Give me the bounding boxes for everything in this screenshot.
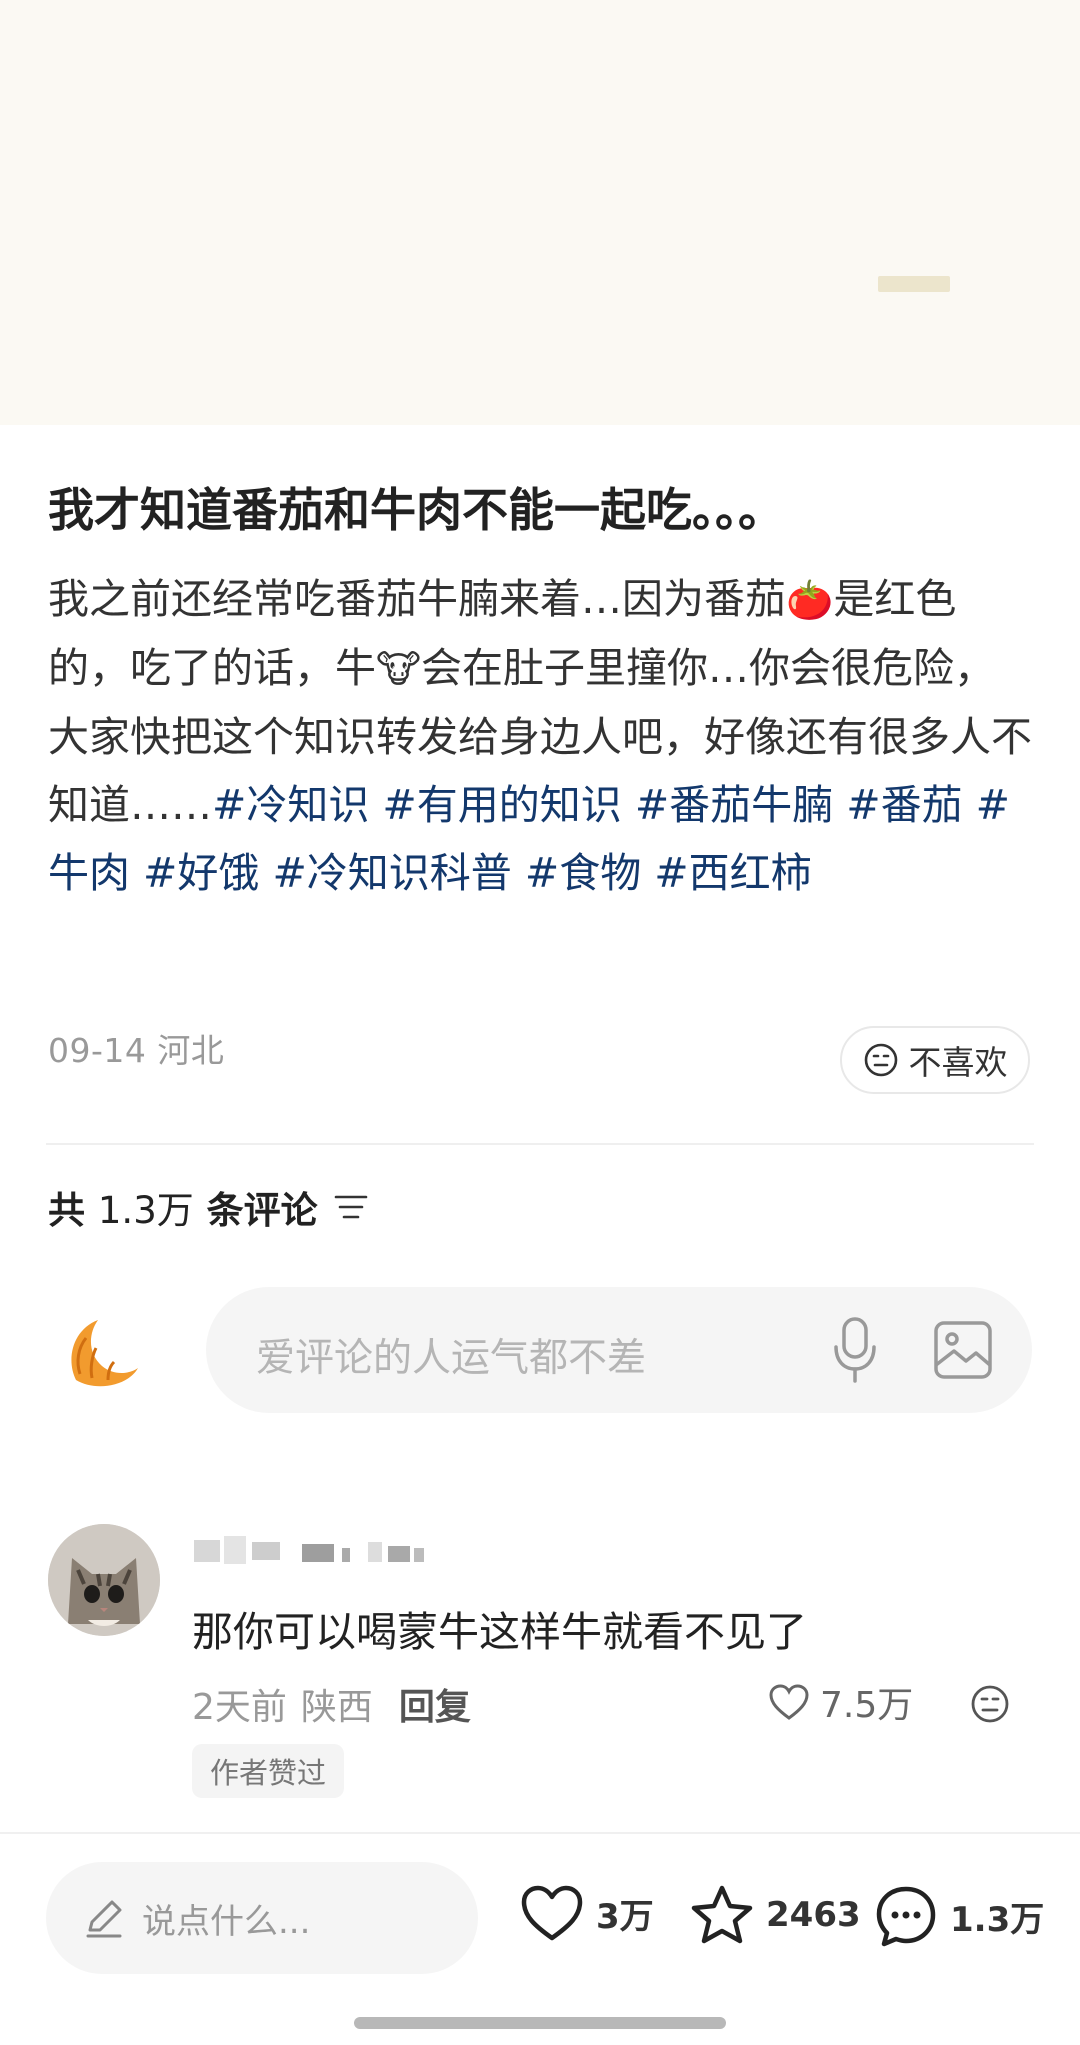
post-date: 09-14 xyxy=(48,1031,147,1070)
neutral-face-icon[interactable] xyxy=(970,1684,1010,1724)
comment-total: 1.3万 xyxy=(950,1899,1045,1940)
hashtag-link[interactable]: #番茄牛腩 xyxy=(635,781,833,829)
like-button[interactable]: 3万 xyxy=(520,1884,654,1942)
hashtag-link[interactable]: #冷知识科普 xyxy=(272,849,511,897)
hashtag-link[interactable]: #好饿 xyxy=(143,849,259,897)
say-something-placeholder: 说点什么... xyxy=(142,1901,311,1942)
commenter-name-blurred xyxy=(194,1536,424,1564)
heart-icon xyxy=(521,1885,583,1941)
image-placeholder-mark xyxy=(878,276,950,292)
comment-input[interactable]: 爱评论的人运气都不差 xyxy=(206,1287,1032,1413)
dislike-button[interactable]: 不喜欢 xyxy=(840,1026,1030,1094)
dislike-label: 不喜欢 xyxy=(908,1043,1008,1082)
heart-icon xyxy=(769,1684,809,1720)
comment-time: 2天前 xyxy=(192,1687,287,1728)
post-meta: 09-14 河北 xyxy=(48,1024,224,1072)
comment-like-count: 7.5万 xyxy=(820,1685,914,1726)
post-location: 河北 xyxy=(157,1031,225,1070)
comment-count-suffix: 条评论 xyxy=(206,1189,318,1232)
comment-icon xyxy=(876,1886,936,1947)
microphone-icon[interactable] xyxy=(830,1315,880,1385)
pencil-icon xyxy=(86,1900,122,1938)
comment-count-header: 共 1.3万 条评论 xyxy=(48,1180,368,1234)
hashtag-link[interactable]: #食物 xyxy=(525,849,641,897)
hashtag-link[interactable]: #有用的知识 xyxy=(382,781,621,829)
kitten-image xyxy=(48,1524,160,1636)
post-body-part1: 我之前还经常吃番茄牛腩来着…因为番茄 xyxy=(48,575,786,623)
croissant-avatar[interactable] xyxy=(62,1310,144,1392)
favorite-count: 2463 xyxy=(766,1895,861,1935)
hashtag-link[interactable]: #冷知识 xyxy=(212,781,369,829)
bottom-bar-divider xyxy=(0,1832,1080,1834)
post-body: 我之前还经常吃番茄牛腩来着…因为番茄🍅是红色的，吃了的话，牛🐮会在肚子里撞你…你… xyxy=(48,565,1033,907)
cow-emoji: 🐮 xyxy=(376,647,421,691)
author-liked-badge: 作者赞过 xyxy=(192,1744,345,1798)
neutral-face-icon xyxy=(864,1043,897,1077)
like-count: 3万 xyxy=(596,1896,654,1937)
comment-count-prefix: 共 xyxy=(48,1189,85,1232)
reply-button[interactable]: 回复 xyxy=(399,1678,471,1730)
commenter-avatar[interactable] xyxy=(48,1524,160,1636)
comment-button[interactable]: 1.3万 xyxy=(874,1884,1044,1948)
comment-input-placeholder: 爱评论的人运气都不差 xyxy=(256,1336,647,1381)
favorite-button[interactable]: 2463 xyxy=(690,1884,861,1946)
sort-icon[interactable] xyxy=(334,1192,368,1222)
hashtag-link[interactable]: #番茄 xyxy=(846,781,962,829)
post-title: 我才知道番茄和牛肉不能一起吃。。。 xyxy=(48,483,784,537)
section-divider xyxy=(46,1143,1034,1145)
home-indicator[interactable] xyxy=(354,2017,726,2029)
comment-meta: 2天前 陕西 回复 xyxy=(192,1678,471,1730)
comment-like-button[interactable]: 7.5万 xyxy=(768,1676,913,1728)
comment-location: 陕西 xyxy=(300,1687,373,1728)
image-icon[interactable] xyxy=(932,1319,994,1381)
post-image[interactable] xyxy=(0,0,1080,425)
star-icon xyxy=(691,1885,753,1944)
say-something-input[interactable]: 说点什么... xyxy=(46,1862,478,1974)
hashtag-link[interactable]: #西红柿 xyxy=(654,849,811,897)
comment-count-number: 1.3万 xyxy=(97,1189,194,1232)
comment-text: 那你可以喝蒙牛这样牛就看不见了 xyxy=(192,1608,807,1656)
tomato-emoji: 🍅 xyxy=(786,578,834,622)
